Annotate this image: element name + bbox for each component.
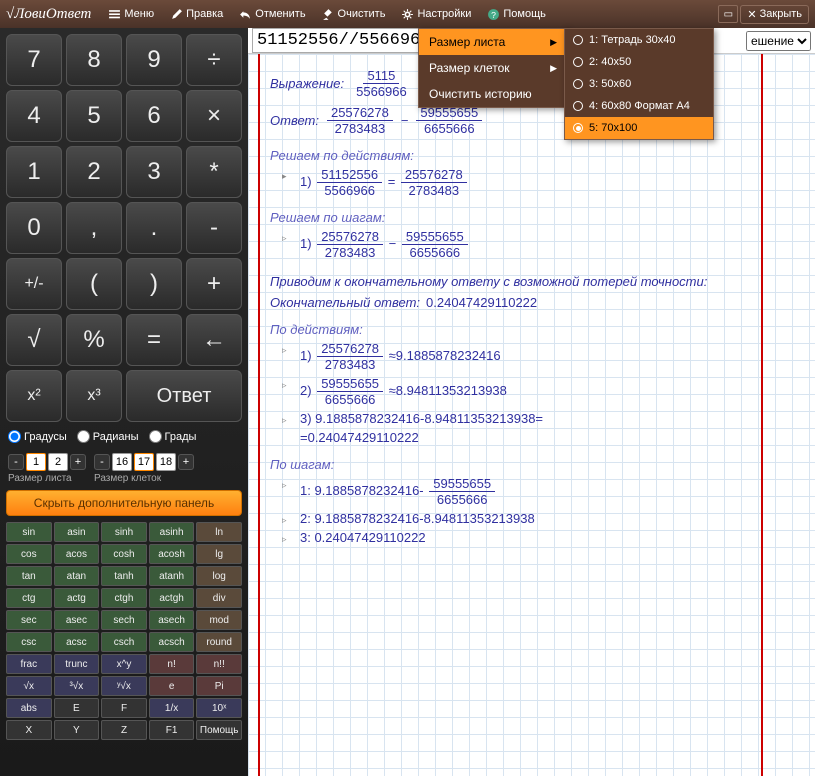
pencil-icon [170, 8, 183, 21]
key-cube[interactable]: x³ [66, 370, 122, 422]
key-6[interactable]: 6 [126, 90, 182, 142]
radio-icon [573, 123, 583, 133]
radio-icon [573, 79, 583, 89]
key-0[interactable]: 0 [6, 202, 62, 254]
help-button[interactable]: ?Помощь [480, 5, 553, 24]
sheet-size-submenu: 1: Тетрадь 30x40 2: 40x50 3: 50x60 4: 60… [564, 28, 714, 140]
key-star[interactable]: * [186, 146, 242, 198]
size-dec[interactable]: - [8, 454, 24, 470]
key-3[interactable]: 3 [126, 146, 182, 198]
key-mul[interactable]: × [186, 90, 242, 142]
key-eq[interactable]: = [126, 314, 182, 366]
gear-icon [401, 8, 414, 21]
close-icon: ✕ [747, 8, 756, 21]
worksheet[interactable]: Выражение: 51155566966 − 6655666 Ответ: … [248, 54, 815, 776]
key-sqrt[interactable]: √ [6, 314, 62, 366]
key-1[interactable]: 1 [6, 146, 62, 198]
section-steps: Решаем по шагам: [270, 210, 755, 225]
function-keypad: sinasinsinhasinhln cosacoscoshacoshlg ta… [6, 522, 242, 740]
expression-label: Выражение: [270, 76, 344, 91]
key-minus[interactable]: - [186, 202, 242, 254]
settings-cell-size[interactable]: Размер клеток▶ [419, 55, 567, 81]
calculator-panel: 7 8 9 ÷ 4 5 6 × 1 2 3 * 0 , . - +/- ( ) … [0, 28, 248, 776]
menu-button[interactable]: Меню [101, 5, 161, 24]
settings-dropdown: Размер листа▶ Размер клеток▶ Очистить ис… [418, 28, 568, 108]
key-dot[interactable]: . [126, 202, 182, 254]
settings-button[interactable]: Настройки [394, 5, 478, 24]
key-answer[interactable]: Ответ [126, 370, 242, 422]
help-icon: ? [487, 8, 500, 21]
key-back[interactable]: ← [186, 314, 242, 366]
sheet-size-control: - 1 2 + Размер листа [8, 453, 86, 484]
clear-button[interactable]: Очистить [315, 5, 393, 24]
edit-button[interactable]: Правка [163, 5, 230, 24]
minimize-button[interactable]: ▭ [718, 5, 738, 23]
cell-label: Размер клеток [94, 473, 194, 484]
key-rparen[interactable]: ) [126, 258, 182, 310]
solution-mode-select[interactable]: ешение [746, 31, 811, 51]
chevron-right-icon: ▶ [550, 37, 557, 48]
settings-sheet-size[interactable]: Размер листа▶ [419, 29, 567, 55]
size-opt-2[interactable]: 2: 40x50 [565, 51, 713, 73]
radio-icon [573, 35, 583, 45]
radio-icon [573, 57, 583, 67]
app-logo: √ЛовиОтвет [6, 6, 91, 23]
key-7[interactable]: 7 [6, 34, 62, 86]
key-9[interactable]: 9 [126, 34, 182, 86]
chevron-right-icon: ▶ [550, 63, 557, 74]
hide-panel-button[interactable]: Скрыть дополнительную панель [6, 490, 242, 516]
size-opt-3[interactable]: 3: 50x60 [565, 73, 713, 95]
size-label: Размер листа [8, 473, 86, 484]
cell-inc[interactable]: + [178, 454, 194, 470]
svg-text:?: ? [491, 9, 496, 19]
key-5[interactable]: 5 [66, 90, 122, 142]
mode-grad[interactable]: Грады [149, 430, 197, 443]
main-keypad: 7 8 9 ÷ 4 5 6 × 1 2 3 * 0 , . - +/- ( ) … [6, 34, 242, 422]
key-div[interactable]: ÷ [186, 34, 242, 86]
settings-clear-history[interactable]: Очистить историю [419, 81, 567, 107]
undo-icon [239, 8, 252, 21]
fn-sin[interactable]: sin [6, 522, 52, 542]
key-sq[interactable]: x² [6, 370, 62, 422]
size-opt-1[interactable]: 1: Тетрадь 30x40 [565, 29, 713, 51]
angle-modes: Градусы Радианы Грады [6, 426, 242, 447]
radio-icon [573, 101, 583, 111]
menu-icon [108, 8, 121, 21]
main-toolbar: √ЛовиОтвет Меню Правка Отменить Очистить… [0, 0, 815, 28]
key-plus[interactable]: + [186, 258, 242, 310]
key-2[interactable]: 2 [66, 146, 122, 198]
cell-size-control: - 16 17 18 + Размер клеток [94, 453, 194, 484]
key-sign[interactable]: +/- [6, 258, 62, 310]
answer-label: Ответ: [270, 113, 319, 128]
size-val-2[interactable]: 2 [48, 453, 68, 471]
cell-dec[interactable]: - [94, 454, 110, 470]
key-lparen[interactable]: ( [66, 258, 122, 310]
key-comma[interactable]: , [66, 202, 122, 254]
mode-deg[interactable]: Градусы [8, 430, 67, 443]
key-pct[interactable]: % [66, 314, 122, 366]
size-val-1[interactable]: 1 [26, 453, 46, 471]
undo-button[interactable]: Отменить [232, 5, 312, 24]
section-actions: Решаем по действиям: [270, 148, 755, 163]
size-opt-5[interactable]: 5: 70x100 [565, 117, 713, 139]
final-header: Приводим к окончательному ответу с возмо… [270, 274, 755, 289]
size-inc[interactable]: + [70, 454, 86, 470]
final-answer: 0.24047429110222 [426, 295, 537, 310]
key-4[interactable]: 4 [6, 90, 62, 142]
mode-rad[interactable]: Радианы [77, 430, 139, 443]
close-button[interactable]: ✕Закрыть [740, 5, 809, 24]
broom-icon [322, 8, 335, 21]
size-opt-4[interactable]: 4: 60x80 Формат А4 [565, 95, 713, 117]
key-8[interactable]: 8 [66, 34, 122, 86]
